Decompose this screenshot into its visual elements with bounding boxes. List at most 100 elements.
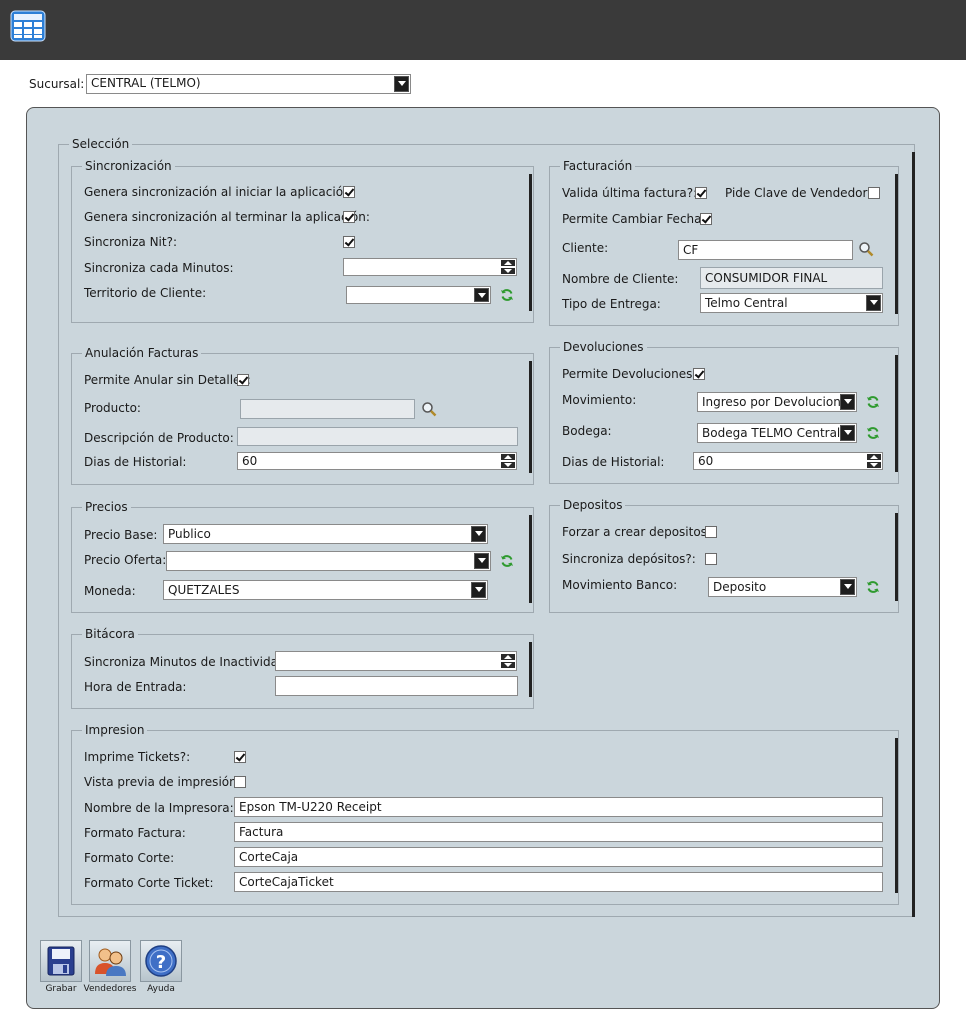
tipo-entrega-value: Telmo Central (705, 296, 788, 310)
formato-corte-input[interactable]: CorteCaja (234, 847, 883, 867)
group-edge (895, 355, 898, 472)
refresh-icon[interactable] (500, 554, 514, 568)
formato-corte-ticket-value: CorteCajaTicket (239, 875, 334, 889)
group-edge (895, 513, 898, 601)
forzar-depositos-checkbox[interactable] (705, 526, 717, 538)
anulacion-historial-label: Dias de Historial: (84, 455, 187, 469)
precio-base-select[interactable]: Publico (163, 524, 488, 544)
chevron-down-icon[interactable] (866, 295, 881, 311)
chevron-down-icon[interactable] (840, 579, 855, 595)
devoluciones-title: Devoluciones (560, 340, 647, 354)
moneda-select[interactable]: QUETZALES (163, 580, 488, 600)
formato-factura-value: Factura (239, 825, 284, 839)
spinner-arrows-icon[interactable] (501, 454, 515, 468)
svg-text:?: ? (156, 952, 166, 973)
bitacora-group: Bitácora (71, 627, 534, 709)
bodega-select[interactable]: Bodega TELMO Central (697, 423, 857, 443)
valida-factura-checkbox[interactable] (695, 187, 707, 199)
refresh-icon[interactable] (500, 288, 514, 302)
sync-inicio-checkbox[interactable] (343, 186, 355, 198)
chevron-down-icon[interactable] (471, 582, 486, 598)
depositos-title: Depositos (560, 498, 626, 512)
movimiento-label: Movimiento: (562, 393, 637, 407)
producto-label: Producto: (84, 401, 141, 415)
hora-entrada-input[interactable] (275, 676, 518, 696)
permite-devoluciones-checkbox[interactable] (693, 368, 705, 380)
bodega-value: Bodega TELMO Central (702, 426, 841, 440)
sincroniza-depositos-label: Sincroniza depósitos?: (562, 552, 696, 566)
territorio-label: Territorio de Cliente: (84, 286, 207, 300)
help-icon: ? (145, 945, 177, 977)
moneda-label: Moneda: (84, 584, 136, 598)
spinner-arrows-icon[interactable] (867, 454, 881, 468)
refresh-icon[interactable] (866, 426, 880, 440)
sync-minutos-spinner[interactable] (343, 258, 517, 276)
precio-base-label: Precio Base: (84, 528, 158, 542)
floppy-disk-icon (47, 946, 75, 976)
cambiar-fecha-label: Permite Cambiar Fecha?: (562, 212, 712, 226)
table-grid-icon[interactable] (10, 10, 46, 42)
magnifier-icon[interactable] (421, 401, 437, 417)
seleccion-title: Selección (69, 137, 133, 151)
inactividad-spinner[interactable] (275, 651, 517, 671)
refresh-icon[interactable] (866, 580, 880, 594)
formato-factura-label: Formato Factura: (84, 826, 186, 840)
ayuda-button[interactable]: ? (140, 940, 182, 982)
producto-input[interactable] (240, 399, 415, 419)
devoluciones-historial-value: 60 (698, 454, 714, 468)
imprime-tickets-checkbox[interactable] (234, 751, 246, 763)
group-edge (895, 174, 898, 314)
vista-previa-checkbox[interactable] (234, 776, 246, 788)
vendedores-button[interactable] (89, 940, 131, 982)
anulacion-historial-spinner[interactable]: 60 (237, 452, 517, 470)
impresion-title: Impresion (82, 723, 148, 737)
tipo-entrega-label: Tipo de Entrega: (562, 297, 661, 311)
movimiento-banco-select[interactable]: Deposito (708, 577, 857, 597)
spinner-arrows-icon[interactable] (501, 260, 515, 274)
territorio-select[interactable] (346, 286, 491, 304)
chevron-down-icon[interactable] (474, 553, 489, 569)
cliente-value: CF (683, 243, 699, 257)
sucursal-select[interactable]: CENTRAL (TELMO) (86, 74, 411, 94)
sucursal-label: Sucursal: (29, 77, 85, 91)
anular-sin-detalle-checkbox[interactable] (237, 374, 249, 386)
cliente-label: Cliente: (562, 241, 609, 255)
grabar-button[interactable] (40, 940, 82, 982)
sincroniza-depositos-checkbox[interactable] (705, 553, 717, 565)
chevron-down-icon[interactable] (474, 288, 489, 302)
precio-base-value: Publico (168, 527, 211, 541)
pide-clave-checkbox[interactable] (868, 187, 880, 199)
tipo-entrega-select[interactable]: Telmo Central (700, 293, 883, 313)
precios-title: Precios (82, 500, 131, 514)
moneda-value: QUETZALES (168, 583, 240, 597)
chevron-down-icon[interactable] (840, 425, 855, 441)
formato-factura-input[interactable]: Factura (234, 822, 883, 842)
precio-oferta-select[interactable] (166, 551, 491, 571)
nombre-cliente-label: Nombre de Cliente: (562, 272, 679, 286)
magnifier-icon[interactable] (858, 241, 874, 257)
descripcion-producto-label: Descripción de Producto: (84, 431, 234, 445)
chevron-down-icon[interactable] (394, 76, 409, 92)
users-icon (95, 948, 126, 976)
formato-corte-ticket-input[interactable]: CorteCajaTicket (234, 872, 883, 892)
sync-nit-checkbox[interactable] (343, 236, 355, 248)
spinner-arrows-icon[interactable] (501, 654, 515, 668)
refresh-icon[interactable] (866, 395, 880, 409)
movimiento-select[interactable]: Ingreso por Devolucion (697, 392, 857, 412)
impresora-input[interactable]: Epson TM-U220 Receipt (234, 797, 883, 817)
main-panel: Selección Sincronización Genera sincroni… (26, 107, 940, 1009)
cliente-input[interactable]: CF (678, 240, 853, 260)
group-edge (529, 361, 532, 473)
title-bar (0, 0, 966, 60)
devoluciones-historial-spinner[interactable]: 60 (693, 452, 883, 470)
vista-previa-label: Vista previa de impresión?: (84, 775, 248, 789)
sync-termino-checkbox[interactable] (343, 211, 355, 223)
chevron-down-icon[interactable] (471, 526, 486, 542)
movimiento-banco-label: Movimiento Banco: (562, 578, 678, 592)
scroll-edge (912, 152, 915, 917)
vendedores-label: Vendedores (83, 984, 137, 994)
chevron-down-icon[interactable] (840, 394, 855, 410)
facturacion-title: Facturación (560, 159, 636, 173)
bitacora-title: Bitácora (82, 627, 138, 641)
cambiar-fecha-checkbox[interactable] (700, 213, 712, 225)
